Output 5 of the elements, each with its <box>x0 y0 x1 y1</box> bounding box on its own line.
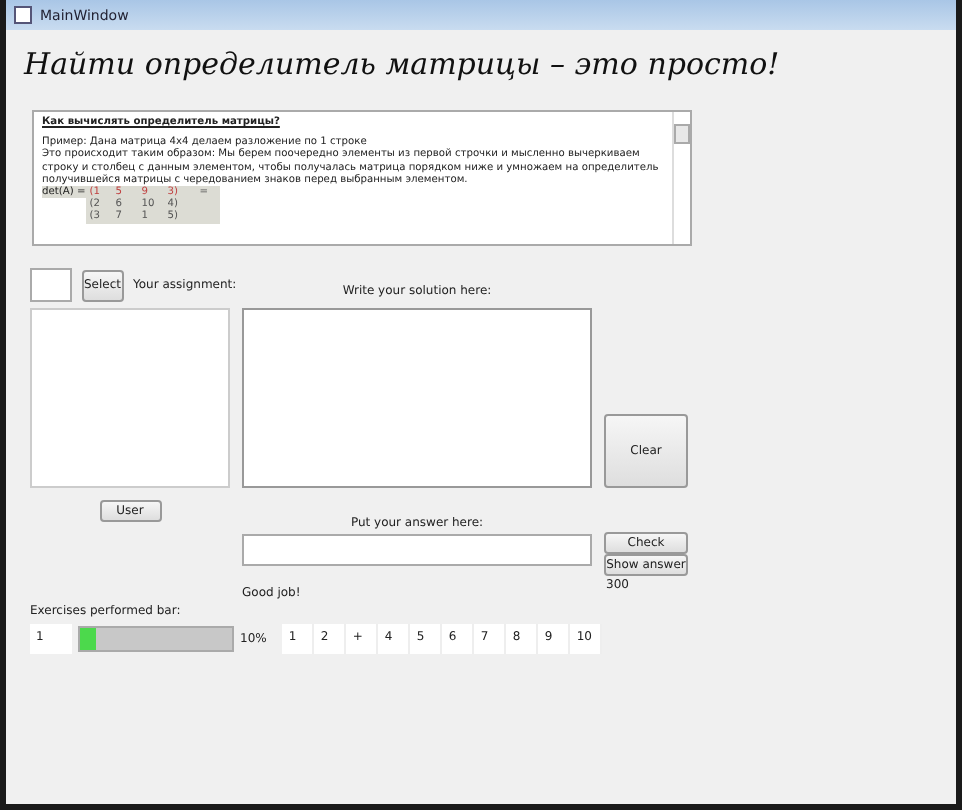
solution-field[interactable] <box>242 308 592 488</box>
assignment-number-field[interactable] <box>30 268 72 302</box>
app-icon <box>14 6 32 24</box>
answer-field[interactable] <box>242 534 592 566</box>
page-heading: Найти определитель матрицы – это просто! <box>24 46 782 82</box>
